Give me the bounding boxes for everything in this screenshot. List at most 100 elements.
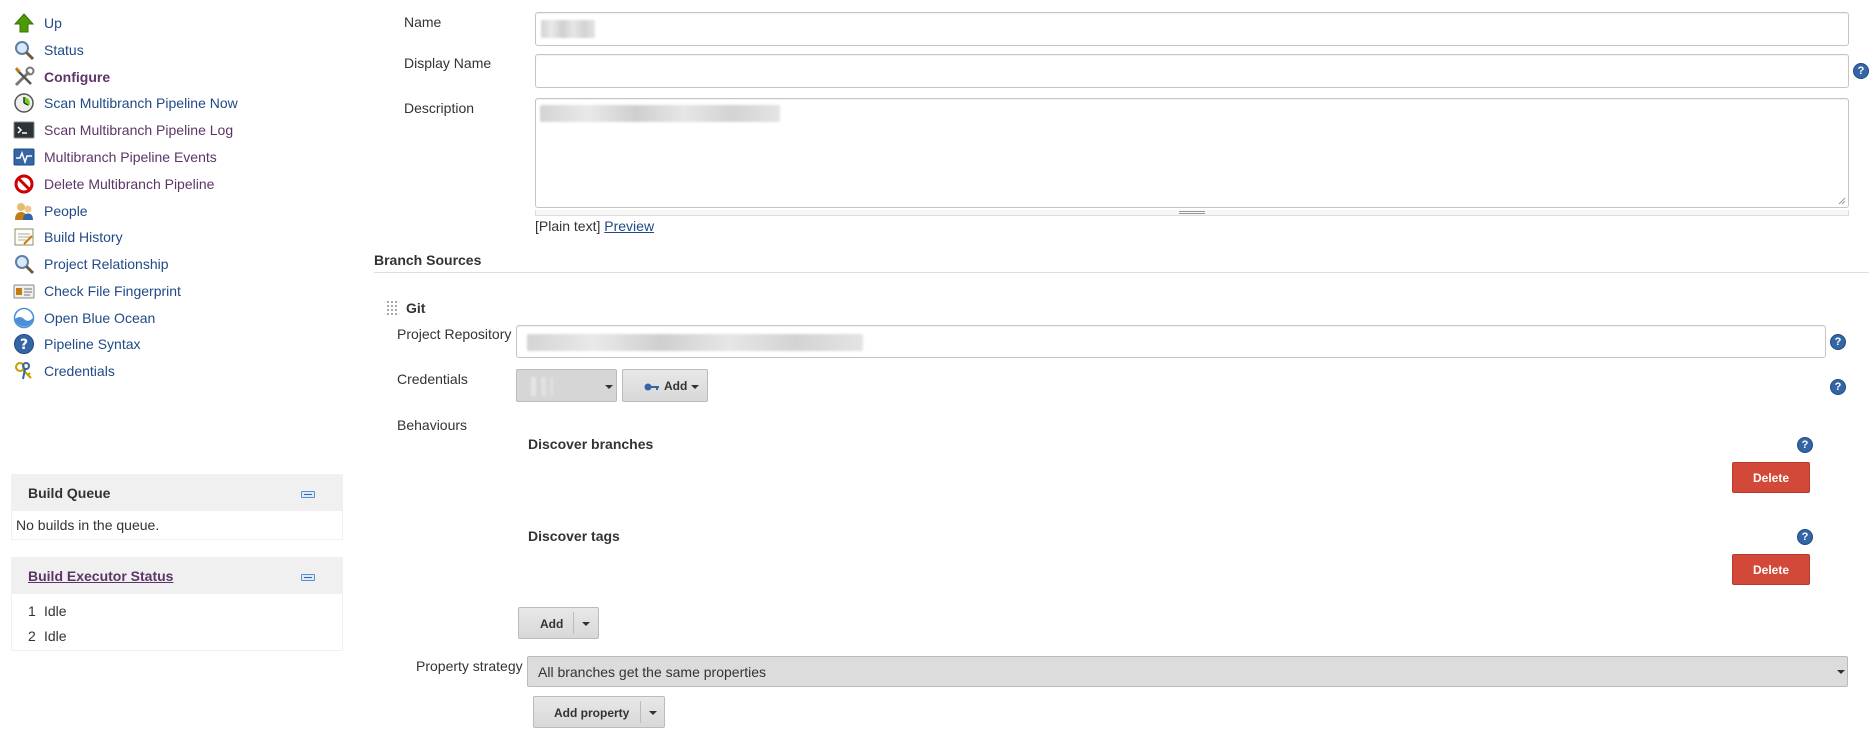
help-icon[interactable]: ? (1797, 529, 1813, 545)
display-name-label: Display Name (404, 55, 492, 71)
section-divider (374, 272, 1869, 273)
build-queue-pane: Build Queue No builds in the queue. (11, 474, 343, 540)
task-delete[interactable]: Delete Multibranch Pipeline (12, 171, 214, 197)
add-credentials-label: Add (664, 379, 688, 393)
help-circle-icon: ? (12, 332, 36, 356)
description-label: Description (404, 100, 475, 116)
help-icon[interactable]: ? (1830, 379, 1846, 395)
task-credentials[interactable]: Credentials (12, 358, 115, 384)
magnifier-icon (12, 38, 36, 62)
terminal-icon (12, 118, 36, 142)
drag-handle-icon[interactable] (386, 300, 398, 318)
executor-row: 2 Idle (12, 623, 342, 648)
discover-branches-title: Discover branches (528, 436, 654, 452)
name-input[interactable] (535, 12, 1849, 46)
svg-text:?: ? (20, 337, 28, 353)
textarea-resize-bar[interactable] (535, 210, 1849, 216)
magnifier-icon (12, 252, 36, 276)
plain-text-note: [Plain text] (535, 218, 601, 234)
task-events[interactable]: Multibranch Pipeline Events (12, 144, 217, 170)
delete-tags-button[interactable]: Delete (1732, 554, 1810, 585)
executor-number: 1 (28, 602, 36, 619)
blue-ocean-icon (12, 306, 36, 330)
property-strategy-label: Property strategy (416, 658, 523, 674)
task-blue-ocean[interactable]: Open Blue Ocean (12, 305, 155, 331)
dropdown-caret-icon (649, 711, 657, 715)
tools-icon (12, 65, 36, 89)
task-people[interactable]: People (12, 198, 88, 224)
notepad-icon (12, 225, 36, 249)
task-label: Pipeline Syntax (44, 336, 141, 352)
executor-status-header: Build Executor Status (12, 558, 342, 594)
git-title: Git (406, 300, 426, 316)
task-scan-log[interactable]: Scan Multibranch Pipeline Log (12, 117, 233, 143)
preview-link[interactable]: Preview (604, 218, 654, 234)
task-label: Credentials (44, 363, 115, 379)
clock-icon (12, 91, 36, 115)
redacted-value (529, 377, 553, 396)
markup-info: [Plain text] Preview (535, 218, 654, 234)
property-strategy-value: All branches get the same properties (538, 664, 767, 680)
up-arrow-icon (12, 11, 36, 35)
help-icon[interactable]: ? (1830, 334, 1846, 350)
credentials-label: Credentials (397, 371, 468, 387)
display-name-input[interactable] (535, 54, 1849, 88)
executor-row: 1 Idle (12, 598, 342, 623)
build-queue-header: Build Queue (12, 475, 342, 511)
add-credentials-button[interactable]: Add (622, 369, 708, 402)
executor-status-pane: Build Executor Status 1 Idle 2 Idle (11, 557, 343, 651)
help-icon[interactable]: ? (1797, 437, 1813, 453)
dropdown-caret-icon (691, 385, 699, 389)
button-separator (573, 612, 574, 634)
redacted-value (540, 105, 780, 122)
key-icon (644, 383, 659, 391)
build-queue-body: No builds in the queue. (12, 511, 342, 539)
task-label: Build History (44, 229, 123, 245)
help-icon[interactable]: ? (1853, 63, 1869, 79)
discover-tags-title: Discover tags (528, 528, 620, 544)
build-queue-title: Build Queue (28, 485, 111, 501)
task-label: Status (44, 42, 84, 58)
task-fingerprint[interactable]: Check File Fingerprint (12, 278, 181, 304)
executor-list: 1 Idle 2 Idle (12, 594, 342, 650)
executor-number: 2 (28, 627, 36, 644)
redacted-value (527, 334, 863, 351)
executor-status-link[interactable]: Build Executor Status (28, 568, 173, 584)
add-behaviour-label: Add (540, 617, 564, 631)
task-configure[interactable]: Configure (12, 64, 110, 90)
task-build-history[interactable]: Build History (12, 224, 123, 250)
redacted-value (541, 20, 595, 38)
property-strategy-select[interactable]: All branches get the same properties (527, 656, 1848, 687)
task-label: Scan Multibranch Pipeline Log (44, 122, 234, 138)
task-label: Delete Multibranch Pipeline (44, 176, 215, 192)
task-up[interactable]: Up (12, 10, 62, 36)
task-label: Up (44, 15, 62, 31)
task-status[interactable]: Status (12, 37, 84, 63)
credentials-select[interactable] (516, 369, 617, 402)
people-icon (12, 199, 36, 223)
build-queue-empty: No builds in the queue. (16, 517, 160, 533)
project-repository-input[interactable] (516, 325, 1826, 358)
add-behaviour-button[interactable]: Add (518, 607, 599, 639)
task-label: Scan Multibranch Pipeline Now (44, 95, 238, 111)
no-entry-icon (12, 172, 36, 196)
button-separator (640, 701, 641, 723)
keys-icon (12, 359, 36, 383)
collapse-icon[interactable] (301, 491, 315, 498)
task-scan-now[interactable]: Scan Multibranch Pipeline Now (12, 90, 238, 116)
name-label: Name (404, 14, 442, 30)
resize-grip-icon[interactable] (1838, 197, 1846, 205)
delete-branches-button[interactable]: Delete (1732, 462, 1810, 493)
collapse-icon[interactable] (301, 574, 315, 581)
monitor-pulse-icon (12, 145, 36, 169)
executor-state: Idle (44, 627, 67, 644)
task-label: People (44, 203, 88, 219)
task-pipeline-syntax[interactable]: ? Pipeline Syntax (12, 331, 141, 357)
description-textarea[interactable] (535, 98, 1849, 208)
project-repository-label: Project Repository (397, 326, 512, 342)
task-project-relationship[interactable]: Project Relationship (12, 251, 169, 277)
add-property-button[interactable]: Add property (533, 696, 665, 728)
dropdown-caret-icon (1837, 670, 1845, 674)
executor-state: Idle (44, 602, 67, 619)
dropdown-caret-icon (582, 622, 590, 626)
